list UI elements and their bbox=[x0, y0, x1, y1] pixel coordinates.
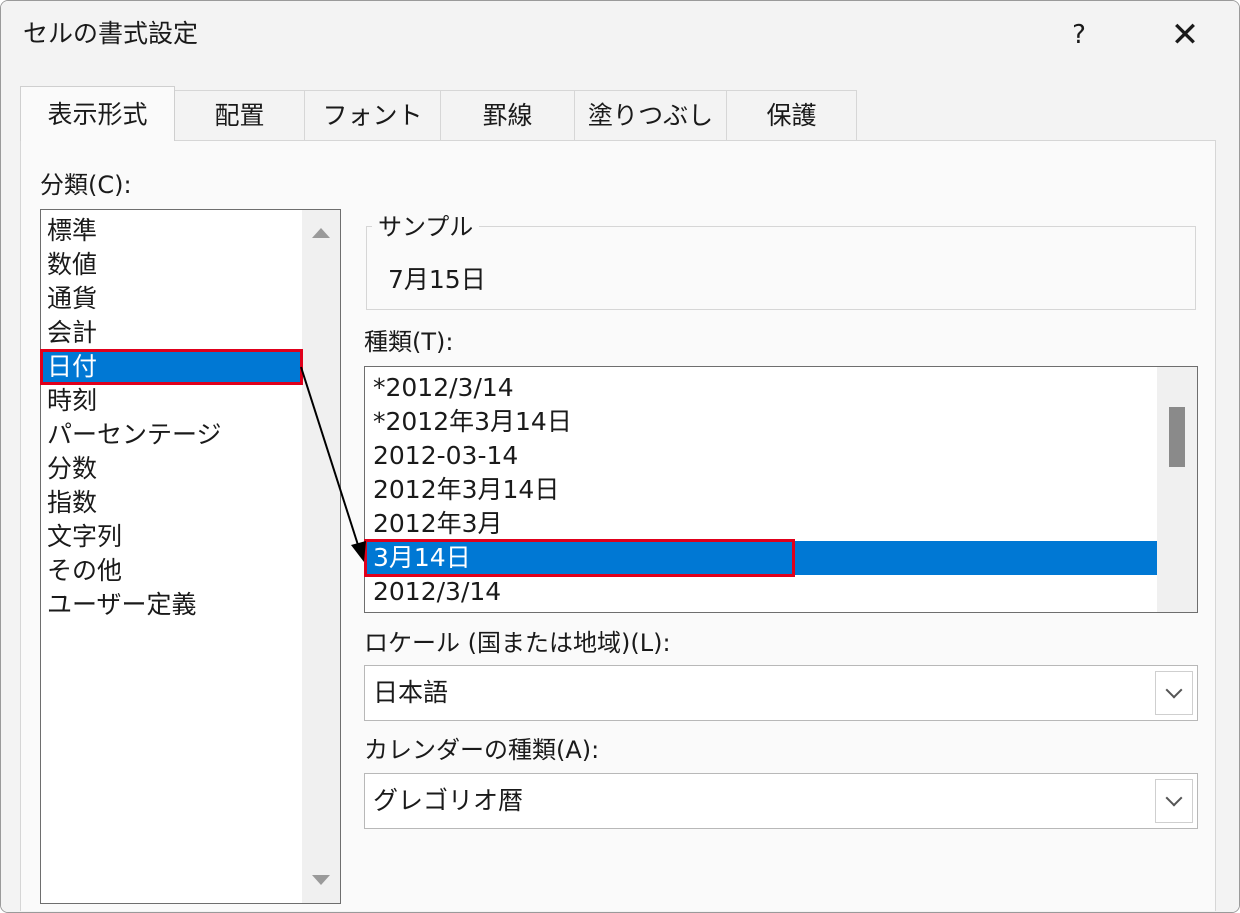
category-item-scientific[interactable]: 指数 bbox=[47, 486, 97, 520]
chevron-down-icon bbox=[1165, 789, 1183, 807]
sample-group bbox=[366, 226, 1196, 310]
dialog-title: セルの書式設定 bbox=[23, 19, 199, 48]
type-item-selected[interactable]: 3月14日 bbox=[365, 541, 1157, 575]
category-item-fraction[interactable]: 分数 bbox=[47, 452, 97, 486]
category-label: 分類(C): bbox=[40, 171, 132, 199]
locale-dropdown[interactable]: 日本語 bbox=[364, 665, 1198, 721]
help-button[interactable]: ? bbox=[1061, 15, 1097, 55]
category-item-general[interactable]: 標準 bbox=[47, 214, 97, 248]
calendar-value: グレゴリオ暦 bbox=[373, 786, 524, 815]
type-scrollbar[interactable] bbox=[1157, 367, 1197, 612]
category-item-custom[interactable]: ユーザー定義 bbox=[47, 588, 197, 622]
sample-legend: サンプル bbox=[372, 212, 480, 242]
tab-number-format[interactable]: 表示形式 bbox=[20, 86, 175, 141]
close-button[interactable]: ✕ bbox=[1163, 15, 1207, 55]
scroll-down-arrow-icon[interactable] bbox=[312, 875, 330, 885]
calendar-dropdown-button[interactable] bbox=[1155, 779, 1193, 823]
category-listbox[interactable]: 標準 数値 通貨 会計 日付 時刻 パーセンテージ 分数 指数 文字列 その他 … bbox=[40, 209, 341, 904]
category-item-number[interactable]: 数値 bbox=[47, 248, 97, 282]
category-item-special[interactable]: その他 bbox=[47, 554, 122, 588]
type-listbox[interactable]: *2012/3/14 *2012年3月14日 2012-03-14 2012年3… bbox=[364, 366, 1198, 613]
type-item[interactable]: 2012年3月 bbox=[373, 507, 503, 541]
category-item-currency[interactable]: 通貨 bbox=[47, 282, 97, 316]
tab-fill[interactable]: 塗りつぶし bbox=[574, 90, 727, 140]
type-scrollbar-thumb[interactable] bbox=[1169, 407, 1185, 467]
tab-font[interactable]: フォント bbox=[304, 90, 441, 140]
category-item-accounting[interactable]: 会計 bbox=[47, 316, 97, 350]
category-item-text[interactable]: 文字列 bbox=[47, 520, 122, 554]
category-item-time[interactable]: 時刻 bbox=[47, 384, 97, 418]
locale-dropdown-button[interactable] bbox=[1155, 671, 1193, 715]
type-item[interactable]: *2012/3/14 bbox=[373, 371, 514, 405]
sample-value: 7月15日 bbox=[388, 265, 486, 294]
category-item-percentage[interactable]: パーセンテージ bbox=[47, 418, 222, 452]
locale-label: ロケール (国または地域)(L): bbox=[364, 629, 671, 657]
category-item-date[interactable]: 日付 bbox=[41, 350, 301, 384]
tab-alignment[interactable]: 配置 bbox=[174, 90, 305, 140]
type-item[interactable]: 2012/3/14 bbox=[373, 575, 501, 609]
tab-border[interactable]: 罫線 bbox=[440, 90, 575, 140]
title-bar: セルの書式設定 ? ✕ bbox=[1, 1, 1239, 69]
calendar-dropdown[interactable]: グレゴリオ暦 bbox=[364, 773, 1198, 829]
tab-protection[interactable]: 保護 bbox=[726, 90, 857, 140]
calendar-label: カレンダーの種類(A): bbox=[364, 736, 600, 764]
type-label: 種類(T): bbox=[364, 328, 454, 356]
chevron-down-icon bbox=[1165, 681, 1183, 699]
scroll-up-arrow-icon[interactable] bbox=[312, 228, 330, 238]
type-item[interactable]: 2012年3月14日 bbox=[373, 473, 559, 507]
locale-value: 日本語 bbox=[373, 678, 449, 707]
type-item[interactable]: 2012-03-14 bbox=[373, 439, 518, 473]
type-item[interactable]: *2012年3月14日 bbox=[373, 405, 572, 439]
category-scrollbar[interactable] bbox=[302, 210, 340, 903]
